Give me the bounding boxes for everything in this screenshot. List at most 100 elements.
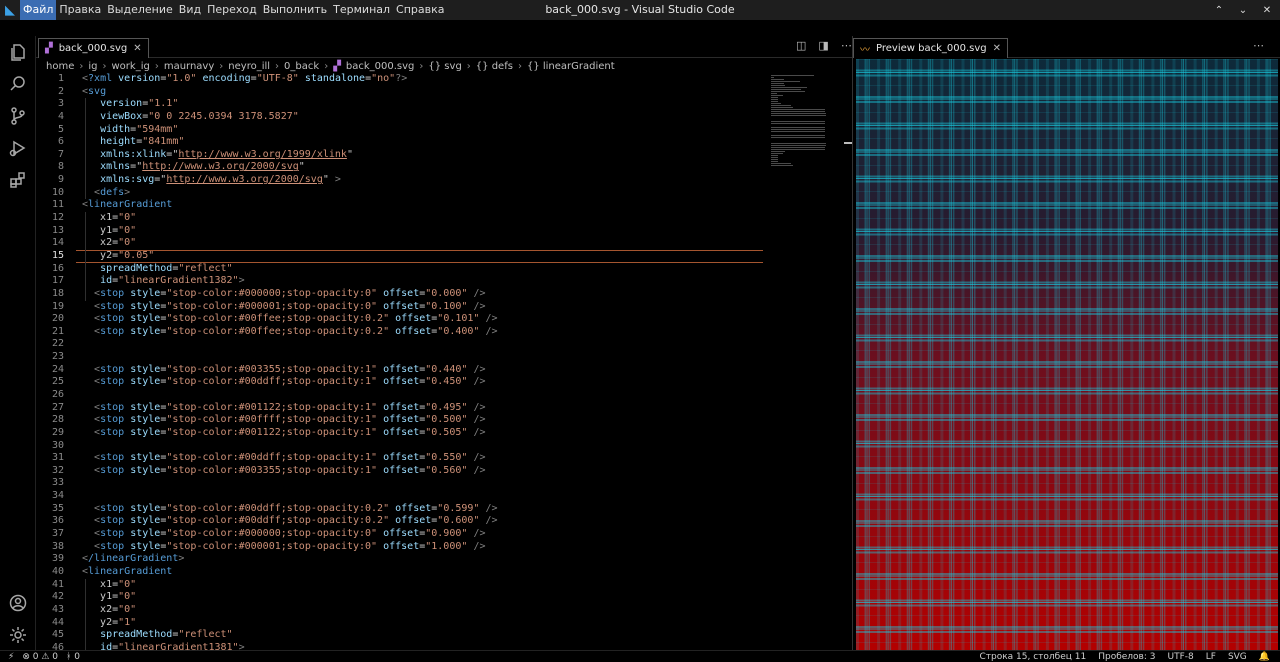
code-line[interactable]: 16 spreadMethod="reflect" [36, 263, 852, 276]
code-line[interactable]: 36 <stop style="stop-color:#00ddff;stop-… [36, 515, 852, 528]
code-line[interactable]: 19 <stop style="stop-color:#000001;stop-… [36, 301, 852, 314]
code-editor[interactable]: 1 <?xml version="1.0" encoding="UTF-8" st… [36, 73, 852, 650]
vscode-logo-icon[interactable]: ◣ [0, 0, 20, 20]
code-line[interactable]: 22 [36, 338, 852, 351]
code-line[interactable]: 3 version="1.1" [36, 98, 852, 111]
breadcrumb-item[interactable]: {} defs [476, 61, 513, 72]
breadcrumb-item[interactable]: {} linearGradient [527, 61, 615, 72]
code-line[interactable]: 12 x1="0" [36, 212, 852, 225]
code-line[interactable]: 27 <stop style="stop-color:#001122;stop-… [36, 402, 852, 415]
code-line[interactable]: 43 x2="0" [36, 604, 852, 617]
code-line[interactable]: 46 id="linearGradient1381"> [36, 642, 852, 650]
code-line[interactable]: 34 [36, 490, 852, 503]
menu-file[interactable]: Файл [20, 0, 57, 20]
problems-indicator[interactable]: ⊗ 0 ⚠ 0 [22, 652, 58, 662]
code-line[interactable]: 38 <stop style="stop-color:#000001;stop-… [36, 541, 852, 554]
code-line[interactable]: 44 y2="1" [36, 617, 852, 630]
language-mode[interactable]: SVG [1228, 652, 1247, 662]
code-line[interactable]: 24 <stop style="stop-color:#003355;stop-… [36, 364, 852, 377]
code-line[interactable]: 30 [36, 440, 852, 453]
minimap[interactable] [770, 73, 844, 650]
editor-group-divider[interactable] [852, 36, 853, 650]
search-icon[interactable] [0, 68, 36, 100]
menu-view[interactable]: Вид [176, 0, 204, 20]
code-line[interactable]: 33 [36, 477, 852, 490]
menu-edit[interactable]: Правка [56, 0, 104, 20]
code-line[interactable]: 25 <stop style="stop-color:#00ddff;stop-… [36, 376, 852, 389]
maximize-button[interactable]: ⌄ [1236, 5, 1250, 16]
code-line[interactable]: 5 width="594mm" [36, 124, 852, 137]
encoding[interactable]: UTF-8 [1167, 652, 1193, 662]
cursor-position[interactable]: Строка 15, столбец 11 [980, 652, 1087, 662]
code-line[interactable]: 4 viewBox="0 0 2245.0394 3178.5827" [36, 111, 852, 124]
settings-gear-icon[interactable] [0, 619, 36, 651]
code-line[interactable]: 1 <?xml version="1.0" encoding="UTF-8" st… [36, 73, 852, 86]
code-line[interactable]: 45 spreadMethod="reflect" [36, 629, 852, 642]
close-preview-tab-icon[interactable]: ✕ [993, 43, 1001, 54]
code-line[interactable]: 42 y1="0" [36, 591, 852, 604]
code-text: <stop style="stop-color:#003355;stop-opa… [94, 464, 486, 476]
plaid-vertical-stripe [1142, 59, 1145, 650]
code-line[interactable]: 35 <stop style="stop-color:#00ddff;stop-… [36, 503, 852, 516]
plaid-vertical-stripe [1193, 59, 1197, 650]
breadcrumb-item[interactable]: work_ig [112, 61, 150, 72]
more-actions-icon[interactable]: ⋯ [841, 39, 852, 52]
code-line[interactable]: 23 [36, 351, 852, 364]
line-ending[interactable]: LF [1206, 652, 1216, 662]
svg-preview-pane[interactable] [856, 59, 1278, 650]
code-line[interactable]: 8 xmlns="http://www.w3.org/2000/svg" [36, 161, 852, 174]
split-editor-icon[interactable]: ◨ [818, 39, 828, 52]
code-line[interactable]: 9 xmlns:svg="http://www.w3.org/2000/svg"… [36, 174, 852, 187]
breadcrumb-item[interactable]: neyro_ill [228, 61, 270, 72]
indentation[interactable]: Пробелов: 3 [1098, 652, 1155, 662]
source-control-icon[interactable] [0, 100, 36, 132]
code-line[interactable]: 32 <stop style="stop-color:#003355;stop-… [36, 465, 852, 478]
tab-back-000-svg[interactable]: ▞ back_000.svg ✕ [38, 38, 149, 58]
menu-selection[interactable]: Выделение [104, 0, 176, 20]
code-line[interactable]: 7 xmlns:xlink="http://www.w3.org/1999/xl… [36, 149, 852, 162]
code-line[interactable]: 17 id="linearGradient1382"> [36, 275, 852, 288]
more-actions-icon[interactable]: ⋯ [1253, 39, 1264, 52]
code-line[interactable]: 6 height="841mm" [36, 136, 852, 149]
code-line[interactable]: 26 [36, 389, 852, 402]
menu-terminal[interactable]: Терминал [330, 0, 393, 20]
code-line[interactable]: 29 <stop style="stop-color:#001122;stop-… [36, 427, 852, 440]
code-line[interactable]: 13 y1="0" [36, 225, 852, 238]
menu-go[interactable]: Переход [204, 0, 260, 20]
close-tab-icon[interactable]: ✕ [133, 43, 141, 54]
code-line[interactable]: 20 <stop style="stop-color:#00ffee;stop-… [36, 313, 852, 326]
extensions-icon[interactable] [0, 164, 36, 196]
breadcrumb-item[interactable]: ig [88, 61, 97, 72]
code-line[interactable]: 28 <stop style="stop-color:#00ffff;stop-… [36, 414, 852, 427]
files-icon[interactable] [0, 36, 36, 68]
menu-help[interactable]: Справка [393, 0, 447, 20]
code-line[interactable]: 31 <stop style="stop-color:#00ddff;stop-… [36, 452, 852, 465]
breadcrumb-item[interactable]: 0_back [284, 61, 319, 72]
remote-icon[interactable]: ⚡ [8, 652, 14, 662]
account-icon[interactable] [0, 587, 36, 619]
breadcrumb-item[interactable]: maurnavy [164, 61, 214, 72]
close-window-button[interactable]: ✕ [1260, 5, 1274, 16]
code-line[interactable]: 11 <linearGradient [36, 199, 852, 212]
code-line[interactable]: 18 <stop style="stop-color:#000000;stop-… [36, 288, 852, 301]
code-line[interactable]: 10 <defs> [36, 187, 852, 200]
menu-run[interactable]: Выполнить [260, 0, 330, 20]
tab-preview[interactable]: 〰 Preview back_000.svg ✕ [853, 38, 1009, 58]
code-line[interactable]: 41 x1="0" [36, 579, 852, 592]
code-line[interactable]: 39 </linearGradient> [36, 553, 852, 566]
code-line[interactable]: 14 x2="0" [36, 237, 852, 250]
ports-indicator[interactable]: ᚼ 0 [66, 652, 80, 662]
code-line[interactable]: 21 <stop style="stop-color:#00ffee;stop-… [36, 326, 852, 339]
breadcrumb-item[interactable]: home [46, 61, 74, 72]
code-line[interactable]: 2 <svg [36, 86, 852, 99]
breadcrumb-item[interactable]: {} svg [428, 61, 461, 72]
code-line[interactable]: 40 <linearGradient [36, 566, 852, 579]
minimize-button[interactable]: ⌃ [1212, 5, 1226, 16]
code-line[interactable]: 37 <stop style="stop-color:#000000;stop-… [36, 528, 852, 541]
notifications-bell-icon[interactable]: 🔔 [1259, 652, 1270, 662]
breadcrumb-item[interactable]: back_000.svg [346, 61, 415, 72]
open-preview-icon[interactable]: ◫ [796, 39, 806, 52]
code-line[interactable]: 15 y2="0.05" [36, 250, 852, 263]
editor-scrollbar[interactable] [844, 73, 852, 650]
run-debug-icon[interactable] [0, 132, 36, 164]
